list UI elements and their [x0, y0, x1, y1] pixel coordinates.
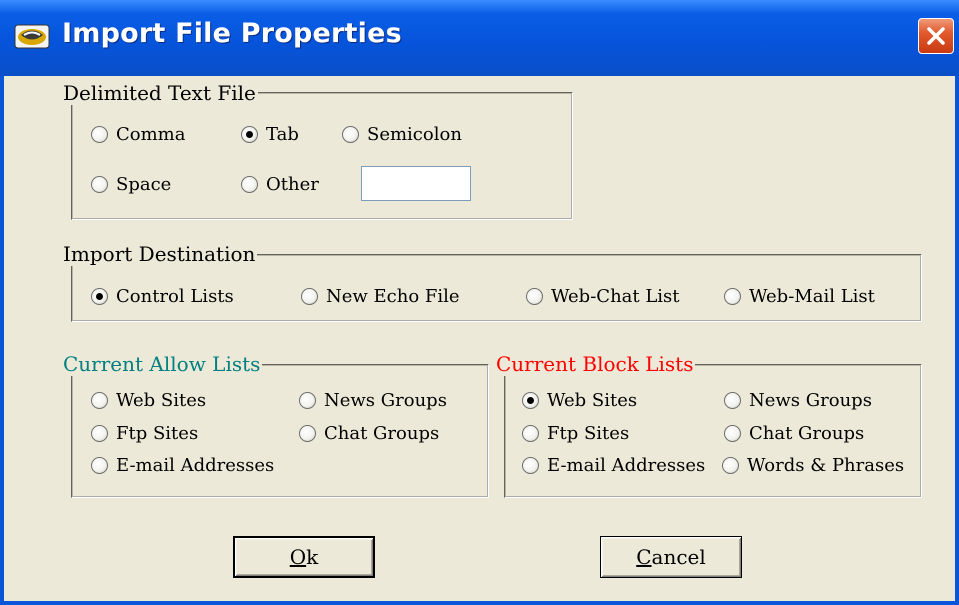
block-radio-news-groups-indicator — [724, 392, 741, 409]
dialog-window: Import File Properties Delimited Text Fi… — [0, 0, 959, 605]
radio-semicolon-label: Semicolon — [367, 124, 462, 145]
block-radio-email-addresses[interactable]: E-mail Addresses — [522, 455, 705, 476]
cancel-button-label: ancel — [651, 545, 706, 569]
radio-control-lists-indicator — [91, 288, 108, 305]
radio-space[interactable]: Space — [91, 174, 171, 195]
block-radio-chat-groups[interactable]: Chat Groups — [724, 423, 864, 444]
block-radio-email-addresses-indicator — [522, 457, 539, 474]
block-radio-news-groups-label: News Groups — [749, 390, 872, 411]
ok-button[interactable]: Ok — [233, 536, 375, 578]
radio-web-mail-list-label: Web-Mail List — [749, 286, 875, 307]
radio-semicolon[interactable]: Semicolon — [342, 124, 462, 145]
title-bar[interactable]: Import File Properties — [0, 0, 959, 76]
allow-radio-ftp-sites-indicator — [91, 425, 108, 442]
radio-semicolon-indicator — [342, 126, 359, 143]
radio-other-indicator — [241, 176, 258, 193]
close-button[interactable] — [918, 18, 954, 54]
allow-radio-ftp-sites[interactable]: Ftp Sites — [91, 423, 198, 444]
block-radio-web-sites-label: Web Sites — [547, 390, 638, 411]
delimited-text-file-group — [71, 92, 573, 220]
cancel-button-accelerator: C — [636, 545, 652, 569]
radio-new-echo-file[interactable]: New Echo File — [301, 286, 460, 307]
dialog-client-area: Delimited Text File Comma Tab Semicolon … — [4, 76, 955, 601]
block-radio-email-addresses-label: E-mail Addresses — [547, 455, 706, 476]
block-radio-news-groups[interactable]: News Groups — [724, 390, 872, 411]
cancel-button[interactable]: Cancel — [600, 536, 742, 578]
radio-new-echo-file-label: New Echo File — [326, 286, 460, 307]
radio-other-label: Other — [266, 174, 319, 195]
radio-comma[interactable]: Comma — [91, 124, 185, 145]
allow-radio-web-sites[interactable]: Web Sites — [91, 390, 206, 411]
radio-space-indicator — [91, 176, 108, 193]
ok-button-label: k — [306, 545, 319, 569]
radio-tab[interactable]: Tab — [241, 124, 299, 145]
radio-web-chat-list[interactable]: Web-Chat List — [526, 286, 680, 307]
radio-other[interactable]: Other — [241, 174, 319, 195]
allow-radio-news-groups-indicator — [299, 392, 316, 409]
radio-web-mail-list[interactable]: Web-Mail List — [724, 286, 875, 307]
allow-radio-web-sites-indicator — [91, 392, 108, 409]
block-radio-words-phrases-label: Words & Phrases — [747, 455, 905, 476]
allow-radio-chat-groups[interactable]: Chat Groups — [299, 423, 439, 444]
radio-space-label: Space — [116, 174, 172, 195]
sheriff-app-icon — [14, 24, 50, 49]
import-destination-label: Import Destination — [61, 242, 258, 266]
block-radio-web-sites-indicator — [522, 392, 539, 409]
allow-radio-news-groups-label: News Groups — [324, 390, 447, 411]
close-x-icon — [927, 27, 945, 45]
allow-radio-web-sites-label: Web Sites — [116, 390, 207, 411]
block-radio-ftp-sites[interactable]: Ftp Sites — [522, 423, 629, 444]
block-radio-chat-groups-label: Chat Groups — [749, 423, 865, 444]
radio-web-chat-list-indicator — [526, 288, 543, 305]
block-lists-label: Current Block Lists — [494, 352, 696, 376]
block-radio-words-phrases-indicator — [722, 457, 739, 474]
block-radio-words-phrases[interactable]: Words & Phrases — [722, 455, 904, 476]
block-radio-chat-groups-indicator — [724, 425, 741, 442]
block-radio-ftp-sites-indicator — [522, 425, 539, 442]
block-radio-ftp-sites-label: Ftp Sites — [547, 423, 630, 444]
allow-radio-email-addresses-label: E-mail Addresses — [116, 455, 275, 476]
allow-lists-label: Current Allow Lists — [61, 352, 263, 376]
other-delimiter-input[interactable] — [361, 166, 471, 201]
radio-web-mail-list-indicator — [724, 288, 741, 305]
radio-new-echo-file-indicator — [301, 288, 318, 305]
allow-radio-chat-groups-label: Chat Groups — [324, 423, 440, 444]
allow-radio-email-addresses-indicator — [91, 457, 108, 474]
radio-tab-indicator — [241, 126, 258, 143]
allow-radio-news-groups[interactable]: News Groups — [299, 390, 447, 411]
radio-control-lists[interactable]: Control Lists — [91, 286, 234, 307]
radio-comma-indicator — [91, 126, 108, 143]
window-title: Import File Properties — [62, 18, 402, 49]
radio-comma-label: Comma — [116, 124, 186, 145]
block-radio-web-sites[interactable]: Web Sites — [522, 390, 637, 411]
allow-radio-ftp-sites-label: Ftp Sites — [116, 423, 199, 444]
radio-tab-label: Tab — [266, 124, 299, 145]
delimited-group-label: Delimited Text File — [61, 81, 258, 105]
ok-button-accelerator: O — [289, 545, 307, 569]
allow-radio-email-addresses[interactable]: E-mail Addresses — [91, 455, 274, 476]
allow-radio-chat-groups-indicator — [299, 425, 316, 442]
radio-control-lists-label: Control Lists — [116, 286, 234, 307]
radio-web-chat-list-label: Web-Chat List — [551, 286, 680, 307]
